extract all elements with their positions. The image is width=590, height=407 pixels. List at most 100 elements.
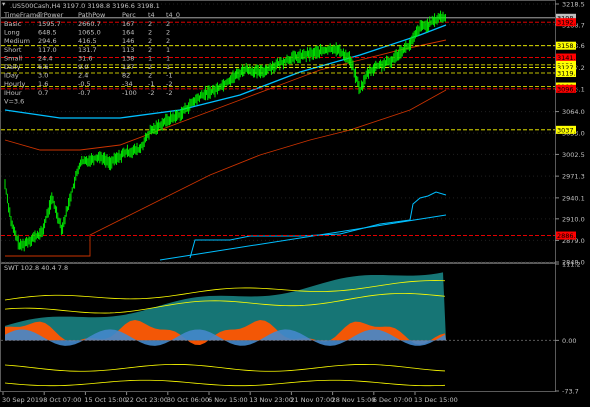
indicator-label: -73.7 xyxy=(562,388,579,396)
table-cell: 648.5 xyxy=(38,29,57,37)
price-tag-label: 3158.6 xyxy=(557,42,580,50)
time-label: 21 Nov 07:00 xyxy=(290,396,334,404)
table-header: TimeFrame xyxy=(3,11,40,19)
table-cell: 3.0 xyxy=(38,72,48,80)
time-axis: 30 Sep 2019 8 Oct 07:00 15 Oct 15:0022 Oct… xyxy=(2,392,458,404)
table-cell: 1065.0 xyxy=(78,29,101,37)
indicator-axis: 111.2 0.00 -73.7 xyxy=(555,261,581,396)
price-label: 2940.1 xyxy=(562,194,585,202)
osc-envelope-line xyxy=(4,364,446,372)
table-cell: -2 xyxy=(166,80,172,88)
price-tag-label: 3096.7 xyxy=(557,85,580,93)
time-label: 15 Oct 15:00 xyxy=(84,396,126,404)
indicator-header: SWT 102.8 40.4 7.8 xyxy=(4,264,68,272)
table-cell: 1 xyxy=(166,46,170,54)
table-cell: -0.7 xyxy=(78,89,91,97)
price-label: 3002.5 xyxy=(562,151,585,159)
price-label: 2971.3 xyxy=(562,173,585,181)
table-cell: 2 xyxy=(148,20,152,28)
table-cell: 1 xyxy=(148,54,152,62)
table-cell: Medium xyxy=(4,37,30,45)
table-cell: 2 xyxy=(148,72,152,80)
price-label: 2910.0 xyxy=(562,215,585,223)
price-label: 3218.5 xyxy=(562,1,585,9)
table-cell: IDay xyxy=(4,72,19,80)
table-cell: -2 xyxy=(166,89,172,97)
time-label: 28 Nov 15:00 xyxy=(332,396,376,404)
osc-envelope-line xyxy=(4,379,446,387)
support-trend-line xyxy=(159,214,447,261)
table-cell: 2 xyxy=(166,29,170,37)
table-cell: 2 xyxy=(166,37,170,45)
table-cell: 2 xyxy=(166,20,170,28)
time-label: 22 Oct 23:00 xyxy=(126,396,168,404)
table-cell: 1 xyxy=(166,63,170,71)
table-header: TrPower xyxy=(37,11,64,19)
table-cell: 137 xyxy=(122,63,134,71)
table-cell: Basic xyxy=(4,20,22,28)
table-cell: -34 xyxy=(122,80,133,88)
table-cell: 2 xyxy=(148,46,152,54)
table-cell: 1.6 xyxy=(38,80,48,88)
time-label: 30 Oct 06:00 xyxy=(167,396,209,404)
table-cell: 1595.7 xyxy=(38,20,61,28)
table-header: t4_0 xyxy=(166,11,180,19)
price-tags: 3198.73192.43158.63141.63131.13127.23119… xyxy=(556,13,580,240)
table-cell: 0.7 xyxy=(38,89,48,97)
table-cell: 82 xyxy=(122,72,130,80)
indicator-label: 0.00 xyxy=(562,337,576,345)
table-cell: 294.6 xyxy=(38,37,57,45)
lower-band-line xyxy=(189,191,447,259)
price-label: 3064.0 xyxy=(562,108,585,116)
time-label: 8 Oct 07:00 xyxy=(43,396,81,404)
table-cell: 2 xyxy=(148,29,152,37)
table-cell: Daily xyxy=(4,63,21,71)
table-cell: 117.0 xyxy=(38,46,57,54)
symbol-header: .US500Cash,H4 3197.0 3198.8 3196.6 3198.… xyxy=(10,2,160,10)
table-cell: Short xyxy=(4,46,22,54)
price-candles xyxy=(4,10,446,252)
table-footer: V=3.6 xyxy=(4,97,24,105)
table-cell: 146 xyxy=(122,37,134,45)
table-cell: 2.4 xyxy=(78,72,88,80)
trading-chart[interactable]: .US500Cash,H4 3197.0 3198.8 3196.6 3198.… xyxy=(0,0,590,407)
trend-line-lower xyxy=(5,89,447,257)
time-label: 30 Sep 2019 xyxy=(2,396,43,404)
price-tag-label: 2886.0 xyxy=(557,232,580,240)
table-header: Perc xyxy=(122,11,136,19)
trend-lines xyxy=(4,24,447,261)
price-tag-label: 3192.4 xyxy=(557,19,580,27)
swt-oscillator xyxy=(1,272,555,387)
table-header: PathPow xyxy=(78,11,106,19)
time-label: 13 Dec 15:00 xyxy=(414,396,458,404)
table-cell: Hourly xyxy=(4,80,25,88)
table-cell: Long xyxy=(4,29,20,37)
table-cell: Small xyxy=(4,54,22,62)
price-tag-label: 3037.8 xyxy=(557,126,580,134)
time-label: 13 Nov 23:00 xyxy=(249,396,293,404)
table-cell: -1 xyxy=(166,72,172,80)
table-cell: 9.0 xyxy=(78,63,88,71)
table-cell: 2660.7 xyxy=(78,20,101,28)
table-cell: 131.7 xyxy=(78,46,97,54)
price-tag-label: 3119.4 xyxy=(557,70,580,78)
table-cell: 113 xyxy=(122,46,134,54)
table-cell: -100 xyxy=(122,89,137,97)
time-label: 6 Dec 07:00 xyxy=(373,396,413,404)
table-cell: IHour xyxy=(4,89,22,97)
table-cell: 164 xyxy=(122,29,134,37)
time-label: 6 Nov 15:00 xyxy=(208,396,248,404)
table-cell: 167 xyxy=(122,20,134,28)
indicator-label: 111.2 xyxy=(562,261,581,269)
table-cell: 2 xyxy=(148,37,152,45)
table-cell: 6.6 xyxy=(38,63,48,71)
table-cell: 416.5 xyxy=(78,37,97,45)
table-cell: -0.5 xyxy=(78,80,91,88)
table-cell: -2 xyxy=(148,89,154,97)
table-cell: -1 xyxy=(148,80,154,88)
table-cell: 24.4 xyxy=(38,54,52,62)
table-cell: 2 xyxy=(148,63,152,71)
moving-average-line xyxy=(4,24,447,119)
table-cell: 31.6 xyxy=(78,54,92,62)
table-cell: 1 xyxy=(166,54,170,62)
